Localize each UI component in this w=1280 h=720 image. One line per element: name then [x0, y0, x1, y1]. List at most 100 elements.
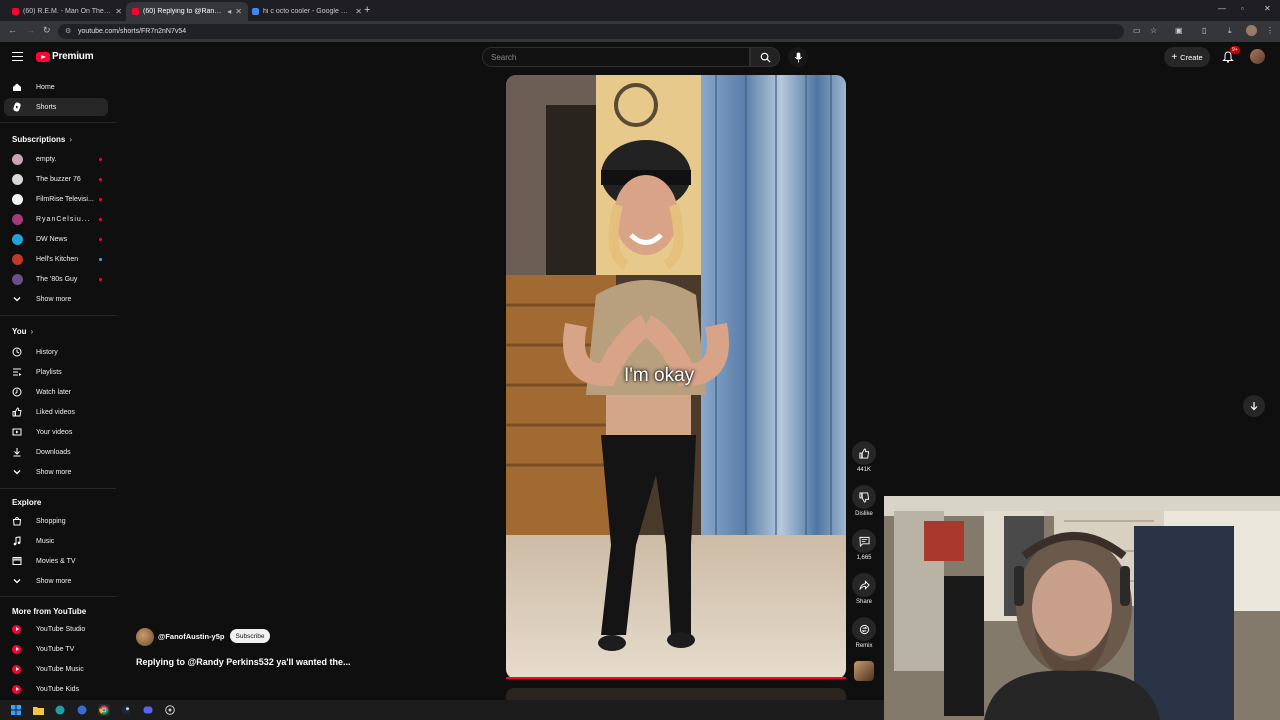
chrome-icon[interactable]	[98, 704, 110, 716]
new-tab-icon[interactable]: +	[364, 4, 370, 16]
shorts-video-player[interactable]: I'm okay	[506, 75, 846, 679]
comments-button[interactable]	[852, 529, 876, 553]
pinned-app-icon[interactable]	[76, 704, 88, 716]
share-button[interactable]	[852, 573, 876, 597]
next-short-preview[interactable]	[506, 688, 846, 700]
forward-icon[interactable]: →	[26, 25, 35, 35]
sidebar-item-youtube-music[interactable]: YouTube Music	[4, 660, 108, 678]
sidebar-item-label: Hell's Kitchen	[36, 255, 79, 263]
sidebar-item-watch-later[interactable]: Watch later	[4, 383, 108, 401]
close-tab-icon[interactable]: ✕	[115, 7, 122, 16]
like-action[interactable]: 441K	[851, 441, 877, 473]
sidebar-item-subscription[interactable]: empty.	[4, 150, 108, 168]
sidebar-item-your-videos[interactable]: Your videos	[4, 423, 108, 441]
dislike-action[interactable]: Dislike	[851, 485, 877, 517]
extensions-icon[interactable]: ▣	[1175, 26, 1183, 35]
sidebar-item-youtube-kids[interactable]: YouTube Kids	[4, 680, 108, 698]
bookmark-star-icon[interactable]: ☆	[1150, 26, 1157, 35]
account-avatar[interactable]	[1250, 49, 1265, 64]
tab-title: hi c octo cooler - Google Shopp	[263, 8, 352, 15]
subscribe-button[interactable]: Subscribe	[230, 629, 270, 643]
youtube-favicon-icon	[132, 8, 139, 15]
sidebar-item-subscription[interactable]: DW News	[4, 230, 108, 248]
sidebar-item-shorts[interactable]: Shorts	[4, 98, 108, 116]
remix-action[interactable]: Remix	[851, 617, 877, 649]
profile-avatar[interactable]	[1246, 25, 1257, 36]
sound-thumbnail[interactable]	[854, 661, 874, 681]
discord-icon[interactable]	[142, 704, 154, 716]
browser-tab-active[interactable]: (60) Replying to @Randy P ◂ ✕	[126, 2, 248, 21]
file-explorer-icon[interactable]	[32, 704, 44, 716]
channel-avatar[interactable]	[136, 628, 154, 646]
explore-heading: Explore	[12, 498, 41, 507]
minimize-icon[interactable]: —	[1218, 4, 1226, 13]
hamburger-menu-icon[interactable]	[12, 52, 23, 61]
you-show-more[interactable]: Show more	[4, 463, 108, 481]
window-close-icon[interactable]: ✕	[1264, 4, 1271, 13]
youtube-header: Premium Search + Create 9+	[0, 42, 1280, 72]
webcam-frame	[884, 496, 1280, 720]
sidebar-item-youtube-tv[interactable]: YouTube TV	[4, 640, 108, 658]
search-input[interactable]: Search	[482, 47, 750, 67]
sidepanel-icon[interactable]: ▯	[1202, 26, 1206, 35]
close-tab-icon[interactable]: ✕	[235, 7, 242, 16]
subscriptions-show-more[interactable]: Show more	[4, 290, 108, 308]
site-info-icon[interactable]: ⚙	[65, 27, 71, 35]
youtube-logo-icon[interactable]	[36, 52, 50, 62]
download-icon[interactable]: ⤓	[1228, 26, 1232, 36]
shorts-icon	[12, 102, 22, 112]
browser-tab[interactable]: hi c octo cooler - Google Shopp ✕	[246, 2, 368, 21]
sidebar-item-youtube-studio[interactable]: YouTube Studio	[4, 620, 108, 638]
you-heading[interactable]: You ›	[12, 327, 33, 336]
sidebar-item-subscription[interactable]: FilmRise Televisi...	[4, 190, 108, 208]
sidebar-item-movies-tv[interactable]: Movies & TV	[4, 552, 108, 570]
like-button[interactable]	[852, 441, 876, 465]
maximize-icon[interactable]: ▫	[1241, 4, 1244, 13]
address-bar[interactable]: ⚙ youtube.com/shorts/FR7n2nN7v54	[58, 24, 1124, 39]
sidebar-item-liked-videos[interactable]: Liked videos	[4, 403, 108, 421]
back-icon[interactable]: ←	[8, 25, 17, 35]
steam-icon[interactable]	[120, 704, 132, 716]
explore-show-more[interactable]: Show more	[4, 572, 108, 590]
share-action[interactable]: Share	[851, 573, 877, 605]
browser-tab[interactable]: (60) R.E.M. - Man On The Moo ✕	[6, 2, 128, 21]
sidebar-item-downloads[interactable]: Downloads	[4, 443, 108, 461]
speaker-icon[interactable]: ◂	[227, 7, 231, 16]
sidebar-item-music[interactable]: Music	[4, 532, 108, 550]
sidebar-item-subscription[interactable]: RyanCelsiu...	[4, 210, 108, 228]
sidebar-item-subscription[interactable]: The buzzer 76	[4, 170, 108, 188]
video-progress-bar[interactable]	[506, 677, 846, 679]
close-tab-icon[interactable]: ✕	[355, 7, 362, 16]
subscriptions-heading[interactable]: Subscriptions ›	[12, 135, 72, 144]
dislike-button[interactable]	[852, 485, 876, 509]
webcam-overlay	[884, 496, 1280, 720]
reload-icon[interactable]: ↻	[43, 25, 51, 36]
windows-start-icon[interactable]	[10, 704, 22, 716]
comments-action[interactable]: 1,665	[851, 529, 877, 561]
sidebar-item-home[interactable]: Home	[4, 78, 108, 96]
sidebar-item-shopping[interactable]: Shopping	[4, 512, 108, 530]
edge-icon[interactable]	[54, 704, 66, 716]
sidebar-item-history[interactable]: History	[4, 343, 108, 361]
obs-icon[interactable]	[164, 704, 176, 716]
thumbs-down-icon	[858, 491, 869, 503]
sidebar-item-label: empty.	[36, 155, 57, 163]
chevron-down-icon	[12, 294, 22, 304]
remix-button[interactable]	[852, 617, 876, 641]
cast-icon[interactable]: ▭	[1133, 26, 1141, 35]
sidebar-item-subscription[interactable]: Hell's Kitchen	[4, 250, 108, 268]
browser-tab-bar: (60) R.E.M. - Man On The Moo ✕ (60) Repl…	[0, 0, 1280, 21]
sidebar-item-playlists[interactable]: Playlists	[4, 363, 108, 381]
remix-label: Remix	[855, 643, 873, 649]
sidebar-item-subscription[interactable]: The '80s Guy	[4, 270, 108, 288]
menu-dots-icon[interactable]: ⋮	[1266, 26, 1274, 35]
search-button[interactable]	[750, 47, 780, 67]
brand-label[interactable]: Premium	[52, 51, 94, 62]
voice-search-button[interactable]	[788, 47, 808, 67]
next-short-button[interactable]	[1243, 395, 1265, 417]
create-button[interactable]: + Create	[1164, 47, 1210, 67]
music-icon	[12, 536, 22, 546]
new-content-dot	[99, 157, 102, 161]
short-title[interactable]: Replying to @Randy Perkins532 ya'll want…	[136, 657, 350, 667]
channel-name[interactable]: @FanofAustin-y5p	[158, 632, 224, 641]
